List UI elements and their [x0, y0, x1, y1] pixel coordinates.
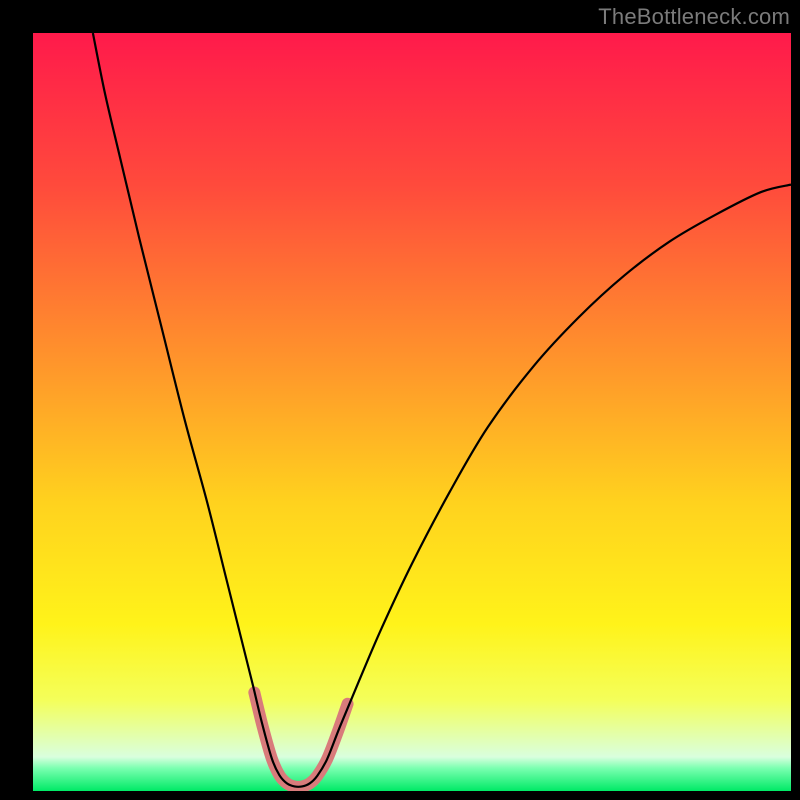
chart-frame: TheBottleneck.com	[0, 0, 800, 800]
chart-svg	[33, 33, 791, 791]
watermark-text: TheBottleneck.com	[598, 4, 790, 30]
chart-plot-area	[33, 33, 791, 791]
chart-background-gradient	[33, 33, 791, 791]
